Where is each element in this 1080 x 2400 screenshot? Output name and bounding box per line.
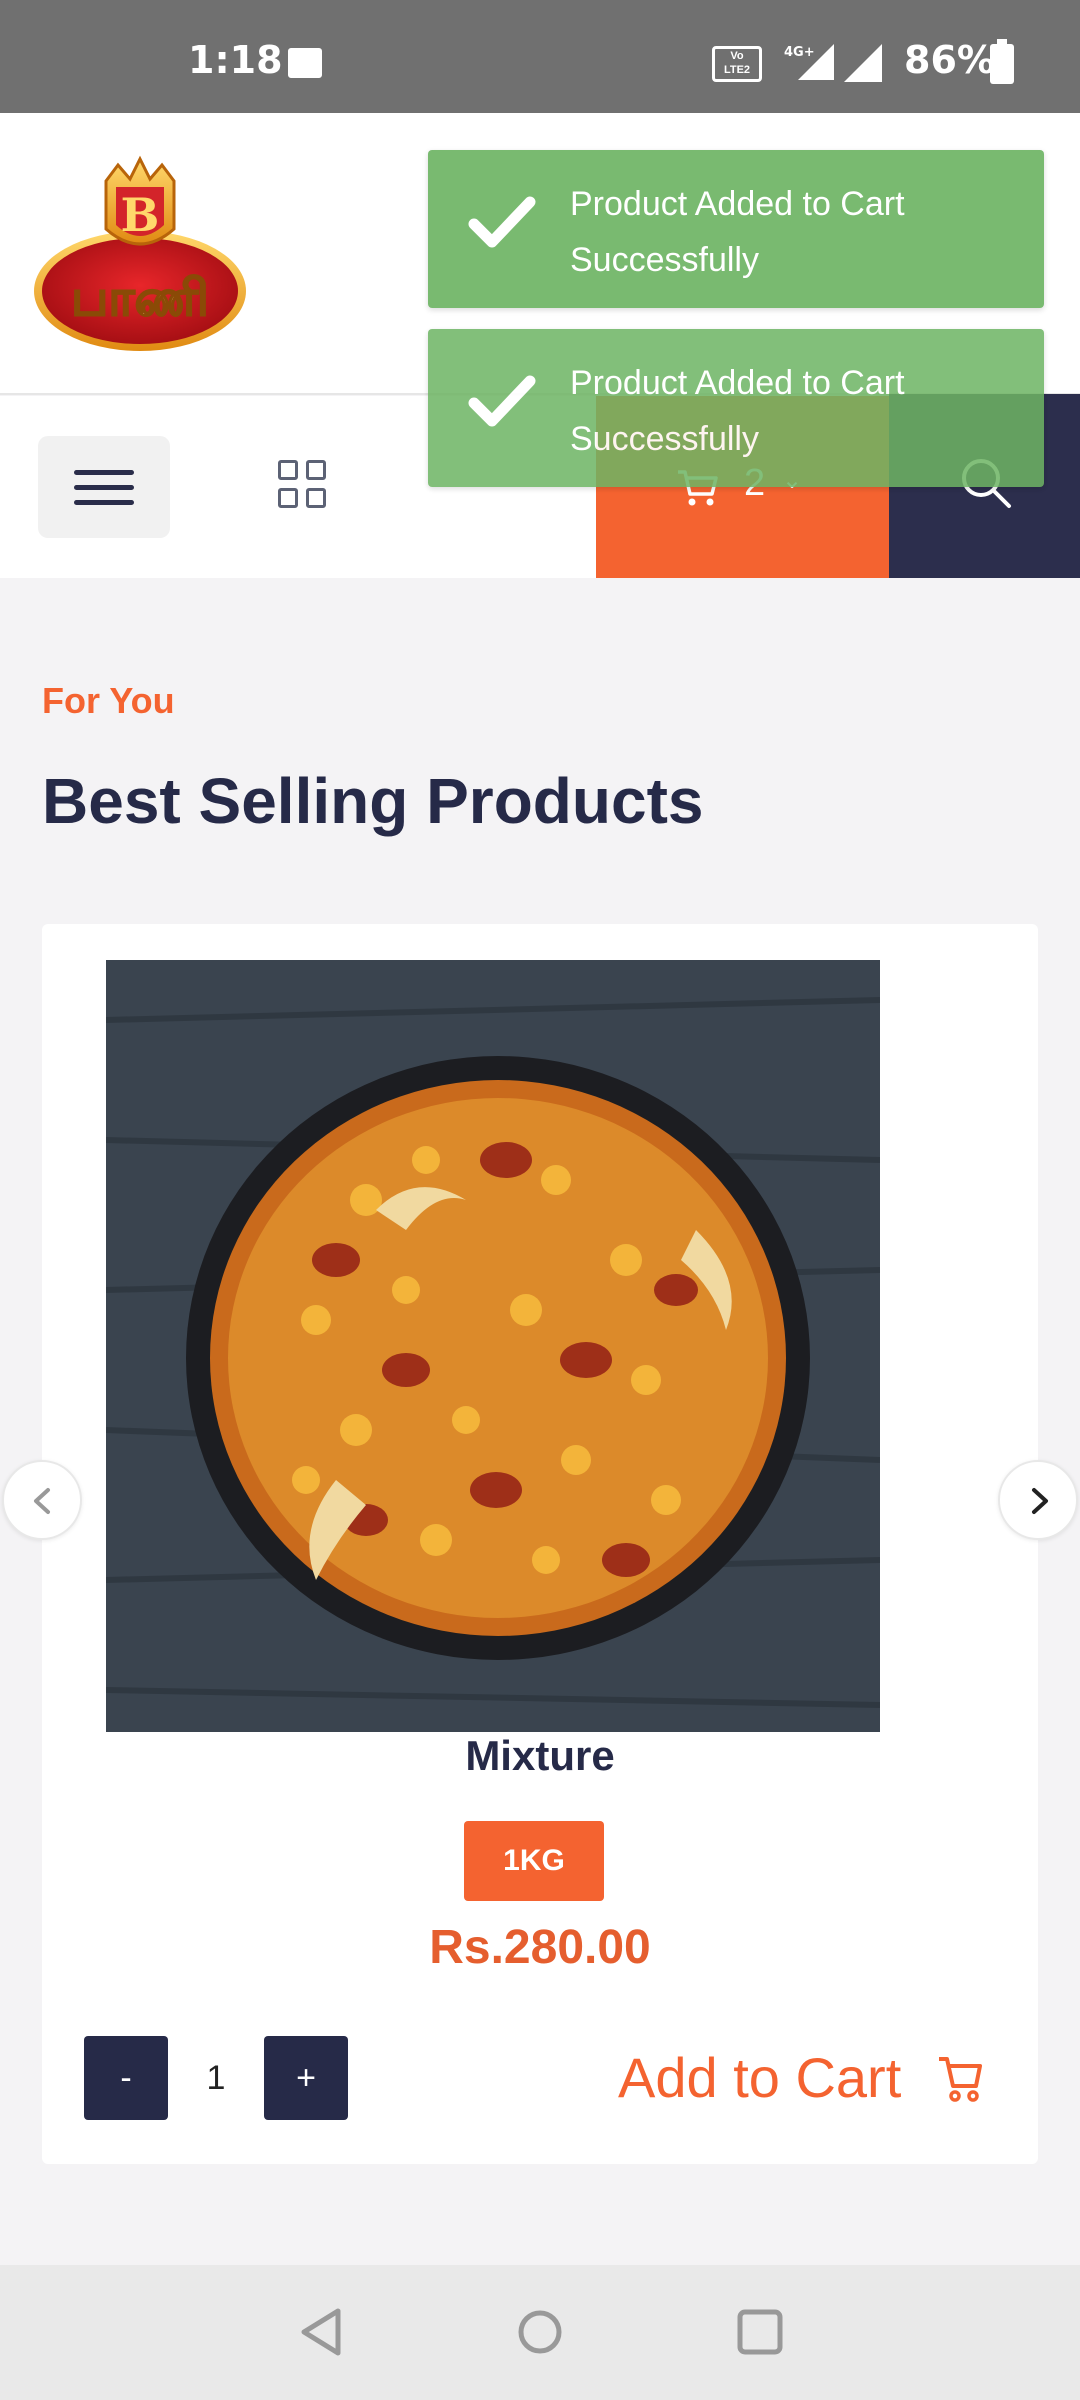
add-to-cart-button[interactable]: Add to Cart xyxy=(618,2036,998,2120)
grid-cell xyxy=(278,460,298,480)
system-nav-bar xyxy=(0,2265,1080,2400)
menu-icon-bar xyxy=(74,470,134,475)
battery-icon xyxy=(990,39,1014,84)
home-icon[interactable] xyxy=(516,2307,564,2357)
quantity-increase-button[interactable]: + xyxy=(264,2036,348,2120)
product-price: Rs.280.00 xyxy=(429,1921,651,1974)
menu-icon-bar xyxy=(74,500,134,505)
svg-text:4G+: 4G+ xyxy=(784,45,815,60)
toast-message: Product Added to Cart Successfully xyxy=(570,185,905,279)
brand-logo[interactable]: B பாணி xyxy=(30,151,250,361)
carousel-next-button[interactable] xyxy=(998,1460,1078,1540)
grid-cell xyxy=(306,460,326,480)
toast-notification[interactable]: Product Added to Cart Successfully xyxy=(428,150,1044,308)
add-to-cart-label: Add to Cart xyxy=(618,2046,902,2109)
back-icon[interactable] xyxy=(298,2307,344,2357)
grid-cell xyxy=(306,488,326,508)
product-card: Mixture 1KG Rs.280.00 - 1 + Add to Cart xyxy=(42,924,1038,2164)
battery-percent: 86% xyxy=(904,38,995,82)
toast-message: Product Added to Cart Successfully xyxy=(570,364,905,458)
weight-option-button[interactable]: 1KG xyxy=(464,1821,604,1901)
toast-notification[interactable]: Product Added to Cart Successfully xyxy=(428,329,1044,487)
svg-text:பாணி: பாணி xyxy=(71,269,209,327)
svg-text:B: B xyxy=(121,188,160,242)
menu-button[interactable] xyxy=(38,436,170,538)
chevron-left-icon xyxy=(34,1488,50,1514)
cart-icon xyxy=(939,2057,982,2102)
section-eyebrow: For You xyxy=(42,680,175,721)
chevron-right-icon xyxy=(1032,1488,1048,1514)
signal-icon: 4G+ xyxy=(784,44,834,80)
product-name[interactable]: Mixture xyxy=(42,1732,1038,1780)
grid-cell xyxy=(278,488,298,508)
check-icon xyxy=(468,196,536,248)
signal-icon xyxy=(844,44,882,82)
status-time: 1:18 xyxy=(188,38,283,82)
quantity-field[interactable]: 1 xyxy=(168,2036,264,2120)
quantity-decrease-button[interactable]: - xyxy=(84,2036,168,2120)
product-image[interactable] xyxy=(106,960,880,1732)
volte-icon: Vo LTE2 xyxy=(712,46,762,82)
recents-icon[interactable] xyxy=(736,2307,784,2357)
image-icon xyxy=(288,48,322,78)
check-icon xyxy=(468,375,536,427)
status-bar: 1:18 Vo LTE2 4G+ 86% xyxy=(0,0,1080,113)
grid-icon[interactable] xyxy=(278,460,328,510)
section-title: Best Selling Products xyxy=(42,765,704,837)
carousel-prev-button[interactable] xyxy=(2,1460,82,1540)
menu-icon-bar xyxy=(74,485,134,490)
